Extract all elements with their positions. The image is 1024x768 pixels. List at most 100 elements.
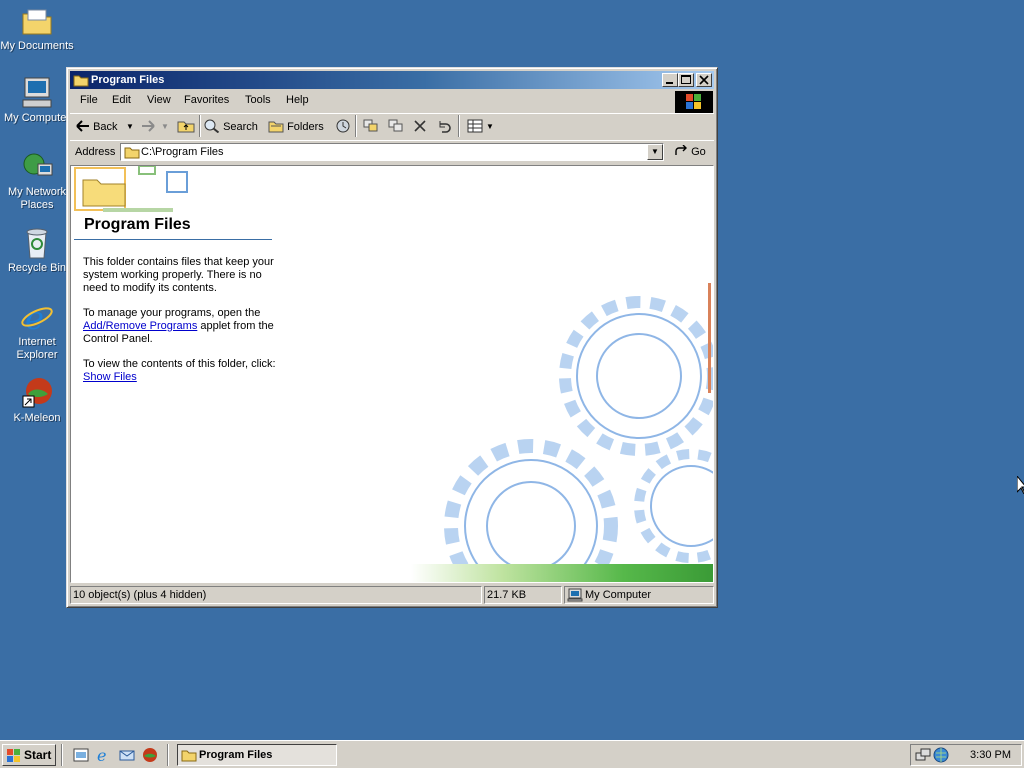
menu-help[interactable]: Help	[286, 94, 309, 106]
desktop-icon-my-documents[interactable]: My Documents	[0, 4, 74, 53]
desktop-icon-label: My Computer	[3, 112, 71, 124]
system-tray: 3:30 PM	[910, 744, 1022, 766]
history-icon	[336, 119, 350, 133]
desktop: { "desktop": { "icons": [ {"label": "My …	[0, 0, 1024, 768]
address-bar: Address ▼ Go	[70, 140, 714, 166]
address-label: Address	[75, 146, 116, 158]
go-label: Go	[691, 146, 706, 158]
internet-explorer-icon: e	[97, 746, 106, 765]
folder-header-graphic	[74, 166, 188, 212]
toolbar-separator	[458, 115, 460, 137]
desktop-icon-label: Recycle Bin	[7, 262, 67, 274]
computer-icon	[567, 588, 583, 602]
go-button[interactable]: Go	[674, 144, 706, 158]
back-label: Back	[93, 121, 118, 133]
move-to-button[interactable]	[363, 119, 379, 135]
status-zone-label: My Computer	[585, 589, 652, 601]
decorative-edge	[708, 283, 711, 393]
menu-tools[interactable]: Tools	[245, 94, 271, 106]
svg-text:e: e	[97, 747, 106, 763]
menu-view[interactable]: View	[147, 94, 171, 106]
close-button[interactable]	[696, 73, 712, 87]
desktop-icon-my-network-places[interactable]: My Network Places	[0, 150, 74, 212]
up-folder-button[interactable]	[177, 119, 195, 135]
views-icon	[467, 119, 483, 133]
views-button[interactable]	[467, 119, 485, 135]
forward-dropdown[interactable]: ▼	[161, 119, 169, 135]
forward-arrow-icon	[142, 120, 155, 132]
add-remove-programs-link[interactable]: Add/Remove Programs	[83, 320, 197, 332]
menu-bar: File Edit View Favorites Tools Help	[70, 91, 714, 113]
undo-button[interactable]	[436, 119, 452, 135]
recycle-bin-icon	[20, 226, 54, 260]
folders-icon	[268, 121, 284, 133]
globe-icon[interactable]	[933, 747, 949, 763]
desktop-icon-label: K-Meleon	[13, 412, 61, 424]
address-combobox[interactable]: ▼	[120, 143, 664, 161]
info-paragraph: This folder contains files that keep you…	[83, 256, 274, 294]
window-title: Program Files	[91, 74, 165, 86]
info-paragraph-show-files: To view the contents of this folder, cli…	[83, 358, 277, 384]
address-input[interactable]	[141, 145, 641, 159]
start-label: Start	[24, 748, 52, 762]
desktop-icon-label: My Documents	[0, 40, 74, 52]
delete-button[interactable]	[413, 119, 427, 135]
menu-edit[interactable]: Edit	[112, 94, 131, 106]
desktop-icon-k-meleon[interactable]: K-Meleon	[0, 376, 74, 425]
taskbar-separator	[167, 744, 169, 766]
folders-button[interactable]: Folders	[268, 119, 324, 135]
forward-button[interactable]	[141, 119, 155, 135]
quicklaunch-k-meleon[interactable]	[142, 747, 158, 763]
undo-icon	[439, 121, 451, 133]
info-text: To manage your programs, open the	[83, 307, 261, 319]
taskbar-separator	[61, 744, 63, 766]
minimize-button[interactable]	[662, 73, 678, 87]
explorer-window: Program Files File Edit View Favorites T…	[66, 67, 718, 608]
clock[interactable]: 3:30 PM	[970, 749, 1011, 761]
menu-favorites[interactable]: Favorites	[184, 94, 229, 106]
k-meleon-icon	[143, 748, 157, 762]
status-object-count: 10 object(s) (plus 4 hidden)	[70, 586, 482, 604]
menu-file[interactable]: File	[80, 94, 98, 106]
start-button[interactable]: Start	[2, 744, 56, 766]
gears-watermark	[444, 296, 713, 566]
taskbar: Start e Program Files 3:30 PM	[0, 740, 1024, 768]
folder-documents-icon	[20, 4, 54, 38]
desktop-icon-recycle-bin[interactable]: Recycle Bin	[0, 226, 74, 275]
show-desktop-icon	[73, 748, 89, 762]
back-button[interactable]: Back	[76, 119, 118, 135]
search-button[interactable]: Search	[204, 119, 258, 135]
windows-logo-icon	[7, 749, 20, 762]
taskbar-button-program-files[interactable]: Program Files	[177, 744, 337, 766]
maximize-button[interactable]	[678, 73, 694, 87]
show-files-link[interactable]: Show Files	[83, 371, 137, 383]
desktop-icon-label: Internet Explorer	[16, 336, 58, 361]
quicklaunch-internet-explorer[interactable]: e	[96, 746, 112, 765]
history-button[interactable]	[335, 119, 351, 135]
address-dropdown-button[interactable]: ▼	[647, 144, 663, 160]
back-dropdown[interactable]: ▼	[126, 119, 134, 135]
search-label: Search	[223, 121, 258, 133]
quicklaunch-show-desktop[interactable]	[73, 747, 89, 763]
status-size: 21.7 KB	[484, 586, 562, 604]
desktop-icon-label: My Network Places	[7, 186, 67, 211]
go-arrow-icon	[675, 144, 687, 155]
status-zone: My Computer	[564, 586, 714, 604]
delete-icon	[414, 120, 426, 132]
taskbar-button-label: Program Files	[199, 749, 273, 761]
desktop-icon-my-computer[interactable]: My Computer	[0, 76, 74, 125]
computer-icon	[20, 76, 54, 110]
windows-logo-icon	[675, 91, 713, 113]
mouse-cursor-icon	[1017, 476, 1024, 494]
up-folder-icon	[177, 121, 195, 133]
desktop-icon-internet-explorer[interactable]: e Internet Explorer	[0, 299, 74, 362]
network-connection-icon[interactable]	[915, 747, 931, 763]
quicklaunch-outlook-express[interactable]	[119, 747, 135, 763]
move-to-icon	[363, 119, 378, 132]
folder-icon	[181, 750, 197, 762]
views-dropdown[interactable]: ▼	[486, 119, 494, 135]
folder-heading: Program Files	[84, 216, 191, 233]
title-bar[interactable]: Program Files	[70, 71, 714, 89]
copy-to-button[interactable]	[388, 119, 404, 135]
copy-to-icon	[388, 119, 403, 132]
